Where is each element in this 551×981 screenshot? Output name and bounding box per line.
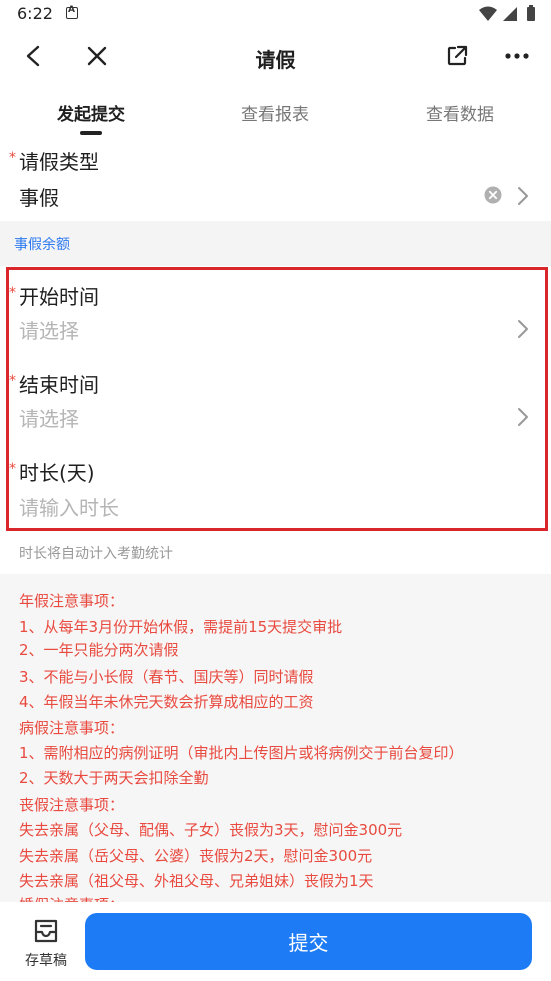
status-time: 6:22 <box>17 4 53 23</box>
inbox-icon <box>34 919 58 943</box>
tab-data[interactable]: 查看数据 <box>426 100 494 125</box>
active-tab-indicator <box>80 131 102 135</box>
notice-line: 婚假注意事项： <box>19 894 124 902</box>
chevron-right-icon <box>518 187 528 205</box>
save-draft-label: 存草稿 <box>25 953 67 969</box>
duration-hint: 时长将自动计入考勤统计 <box>19 546 173 562</box>
save-draft-button[interactable]: 存草稿 <box>20 918 72 970</box>
notice-line: 病假注意事项： <box>19 719 125 737</box>
wifi-icon <box>479 6 497 21</box>
share-icon <box>447 45 468 66</box>
notice-line: 丧假注意事项： <box>19 796 125 814</box>
clear-icon[interactable] <box>484 186 502 204</box>
leave-type-value: 事假 <box>19 186 59 210</box>
submit-button[interactable]: 提交 <box>85 913 532 970</box>
highlight-box <box>6 267 548 531</box>
notice-panel: 年假注意事项： 1、从每年3月份开始休假，需提前15天提交审批 2、一年只能分两… <box>0 574 551 902</box>
tab-submit[interactable]: 发起提交 <box>57 100 125 125</box>
status-bar: 6:22 <box>0 0 551 28</box>
leave-type-select[interactable]: 事假 <box>0 175 551 217</box>
more-dots-icon <box>505 53 529 59</box>
leave-balance-link[interactable]: 事假余额 <box>14 234 70 254</box>
notice-line: 失去亲属（父母、配偶、子女）丧假为3天，慰问金300元 <box>19 821 403 839</box>
required-marker: * <box>9 150 16 166</box>
notification-icon <box>66 5 78 19</box>
nav-bar: 请假 <box>0 28 551 86</box>
notice-line: 年假注意事项： <box>19 592 125 610</box>
notice-line: 失去亲属（岳父母、公婆）丧假为2天，慰问金300元 <box>19 847 373 865</box>
notice-line: 4、年假当年未休完天数会折算成相应的工资 <box>19 693 314 711</box>
notice-line: 1、从每年3月份开始休假，需提前15天提交审批 <box>19 618 343 636</box>
leave-type-label: 请假类型 <box>19 150 99 174</box>
more-button[interactable] <box>499 38 535 74</box>
share-button[interactable] <box>439 38 475 74</box>
status-icons <box>477 4 541 28</box>
notice-line: 2、天数大于两天会扣除全勤 <box>19 769 209 787</box>
signal-icon <box>503 7 517 21</box>
bottom-bar: 存草稿 提交 <box>0 902 551 981</box>
tab-bar: 发起提交 查看报表 查看数据 <box>0 90 551 136</box>
tab-report[interactable]: 查看报表 <box>241 100 309 125</box>
notice-line: 1、需附相应的病例证明（审批内上传图片或将病例交于前台复印） <box>19 744 464 762</box>
notice-line: 3、不能与小长假（春节、国庆等）同时请假 <box>19 668 314 686</box>
notice-line: 失去亲属（祖父母、外祖父母、兄弟姐妹）丧假为1天 <box>19 872 374 890</box>
battery-icon <box>527 5 535 21</box>
balance-band <box>0 221 551 266</box>
notice-line: 2、一年只能分两次请假 <box>19 641 179 659</box>
